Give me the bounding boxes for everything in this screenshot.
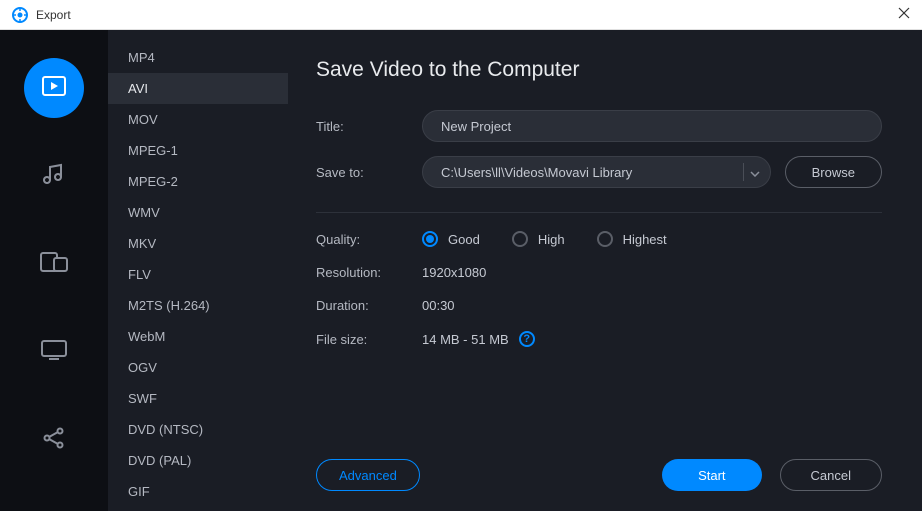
title-input[interactable] xyxy=(422,110,882,142)
cancel-button[interactable]: Cancel xyxy=(780,459,882,491)
tv-icon xyxy=(40,338,68,367)
format-item-mp4[interactable]: MP4 xyxy=(108,42,288,73)
category-rail xyxy=(0,30,108,511)
format-item-swf[interactable]: SWF xyxy=(108,383,288,414)
duration-label: Duration: xyxy=(316,298,422,313)
format-list: MP4AVIMOVMPEG-1MPEG-2WMVMKVFLVM2TS (H.26… xyxy=(108,30,288,511)
filesize-label: File size: xyxy=(316,332,422,347)
quality-radio-highest[interactable]: Highest xyxy=(597,231,667,247)
format-item-mov[interactable]: MOV xyxy=(108,104,288,135)
browse-button[interactable]: Browse xyxy=(785,156,882,188)
saveto-label: Save to: xyxy=(316,165,422,180)
divider xyxy=(743,163,744,181)
format-item-ogv[interactable]: OGV xyxy=(108,352,288,383)
quality-radio-group: Good High Highest xyxy=(422,231,667,247)
format-item-m2ts-h-264-[interactable]: M2TS (H.264) xyxy=(108,290,288,321)
radio-label: High xyxy=(538,232,565,247)
filesize-value: 14 MB - 51 MB xyxy=(422,332,509,347)
filesize-row: File size: 14 MB - 51 MB ? xyxy=(316,331,882,347)
format-item-gif[interactable]: GIF xyxy=(108,476,288,507)
rail-item-devices[interactable] xyxy=(24,234,84,294)
quality-radio-good[interactable]: Good xyxy=(422,231,480,247)
rail-item-video[interactable] xyxy=(24,58,84,118)
footer: Advanced Start Cancel xyxy=(316,439,882,491)
format-item-dvd-pal-[interactable]: DVD (PAL) xyxy=(108,445,288,476)
chevron-down-icon xyxy=(750,165,760,180)
radio-label: Highest xyxy=(623,232,667,247)
saveto-value: C:\Users\ll\Videos\Movavi Library xyxy=(441,165,737,180)
radio-circle-icon xyxy=(422,231,438,247)
title-row: Title: xyxy=(316,110,882,142)
share-icon xyxy=(42,426,66,455)
resolution-row: Resolution: 1920x1080 xyxy=(316,265,882,280)
main-area: MP4AVIMOVMPEG-1MPEG-2WMVMKVFLVM2TS (H.26… xyxy=(0,30,922,511)
quality-radio-high[interactable]: High xyxy=(512,231,565,247)
quality-label: Quality: xyxy=(316,232,422,247)
devices-icon xyxy=(39,250,69,279)
page-title: Save Video to the Computer xyxy=(316,58,882,82)
format-item-dvd-ntsc-[interactable]: DVD (NTSC) xyxy=(108,414,288,445)
rail-item-tv[interactable] xyxy=(24,322,84,382)
radio-label: Good xyxy=(448,232,480,247)
start-button[interactable]: Start xyxy=(662,459,761,491)
advanced-button[interactable]: Advanced xyxy=(316,459,420,491)
titlebar-left: Export xyxy=(12,7,71,23)
format-item-flv[interactable]: FLV xyxy=(108,259,288,290)
format-item-wmv[interactable]: WMV xyxy=(108,197,288,228)
titlebar: Export xyxy=(0,0,922,30)
radio-circle-icon xyxy=(597,231,613,247)
divider-line xyxy=(316,212,882,213)
app-icon xyxy=(12,7,28,23)
format-item-mpeg-1[interactable]: MPEG-1 xyxy=(108,135,288,166)
title-label: Title: xyxy=(316,119,422,134)
resolution-label: Resolution: xyxy=(316,265,422,280)
resolution-value: 1920x1080 xyxy=(422,265,486,280)
format-item-webm[interactable]: WebM xyxy=(108,321,288,352)
rail-item-audio[interactable] xyxy=(24,146,84,206)
footer-right: Start Cancel xyxy=(662,459,882,491)
saveto-dropdown[interactable]: C:\Users\ll\Videos\Movavi Library xyxy=(422,156,771,188)
format-item-avi[interactable]: AVI xyxy=(108,73,288,104)
play-icon xyxy=(40,72,68,105)
close-button[interactable] xyxy=(880,6,910,24)
radio-circle-icon xyxy=(512,231,528,247)
music-icon xyxy=(41,161,67,192)
help-icon[interactable]: ? xyxy=(519,331,535,347)
duration-value: 00:30 xyxy=(422,298,455,313)
duration-row: Duration: 00:30 xyxy=(316,298,882,313)
saveto-controls: C:\Users\ll\Videos\Movavi Library Browse xyxy=(422,156,882,188)
content-panel: Save Video to the Computer Title: Save t… xyxy=(288,30,922,511)
format-item-mpeg-2[interactable]: MPEG-2 xyxy=(108,166,288,197)
saveto-row: Save to: C:\Users\ll\Videos\Movavi Libra… xyxy=(316,156,882,188)
quality-row: Quality: Good High Highest xyxy=(316,231,882,247)
format-item-mkv[interactable]: MKV xyxy=(108,228,288,259)
rail-item-share[interactable] xyxy=(24,410,84,470)
window-title: Export xyxy=(36,8,71,22)
